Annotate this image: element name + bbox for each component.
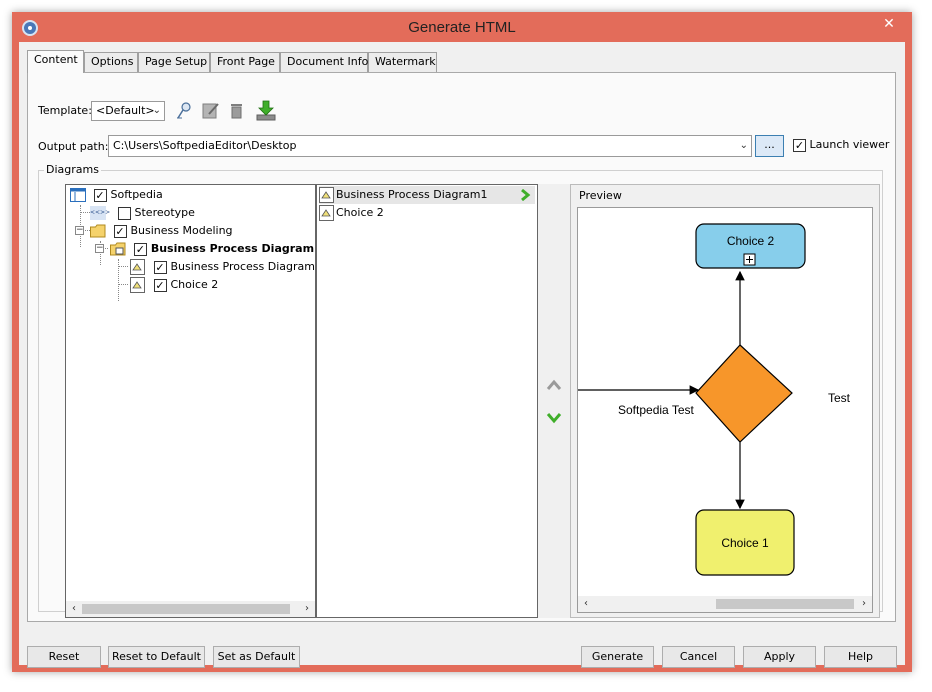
selected-diagrams-list[interactable]: Business Process Diagram1 Choice 2 [316, 184, 538, 618]
list-item-label: Choice 2 [336, 206, 384, 219]
reset-to-default-button[interactable]: Reset to Default [108, 646, 205, 668]
pin-template-icon[interactable] [174, 101, 194, 121]
preview-canvas[interactable]: Choice 2 Choice 1 Softpedia Test Test ‹ … [577, 207, 873, 613]
collapse-toggle[interactable]: − [75, 226, 84, 235]
launch-viewer-label: Launch viewer [809, 138, 890, 151]
list-item[interactable]: Choice 2 [319, 204, 535, 222]
chevron-down-icon: ⌄ [152, 105, 161, 116]
tab-content[interactable]: Content [27, 50, 84, 73]
move-up-icon[interactable] [546, 379, 562, 391]
tab-options[interactable]: Options [84, 52, 138, 72]
gateway-node[interactable] [695, 344, 793, 443]
diagram-folder-icon [110, 242, 126, 256]
delete-template-icon[interactable] [227, 101, 247, 121]
preview-hscrollbar[interactable]: ‹ › [578, 596, 872, 612]
output-path-value: C:\Users\SoftpediaEditor\Desktop [113, 139, 297, 152]
scroll-thumb[interactable] [716, 599, 854, 609]
tree-item-label: Business Process Diagram (2 [150, 242, 316, 255]
tree-item-business-modeling[interactable]: ✓ Business Modeling [90, 222, 233, 240]
tree-item-bpd1[interactable]: ✓ Business Process Diagram1 [130, 258, 316, 276]
edge-label-right: Test [828, 391, 851, 405]
output-path-combo[interactable]: C:\Users\SoftpediaEditor\Desktop ⌄ [108, 135, 752, 157]
title-bar[interactable]: Generate HTML ✕ [12, 12, 912, 42]
tree-checkbox[interactable]: ✓ [133, 242, 147, 256]
tree-item-label: Business Modeling [130, 224, 233, 237]
scroll-right-icon[interactable]: › [858, 596, 870, 612]
scroll-right-icon[interactable]: › [301, 601, 313, 617]
bpd-diagram-icon [319, 205, 334, 221]
tree-item-softpedia[interactable]: ✓ Softpedia [70, 186, 163, 204]
preview-label: Preview [579, 189, 622, 202]
tree-item-bpd-folder[interactable]: ✓ Business Process Diagram (2 [110, 240, 316, 258]
choice-1-label: Choice 1 [721, 536, 769, 550]
tree-item-label: Business Process Diagram1 [170, 260, 316, 273]
edge-label-left: Softpedia Test [618, 403, 694, 417]
diagrams-group-label: Diagrams [44, 163, 101, 176]
bpd-diagram-icon [130, 277, 145, 293]
edit-template-icon[interactable] [201, 101, 221, 121]
tree-item-stereotype[interactable]: <<>> Stereotype [90, 204, 195, 222]
project-icon [70, 188, 86, 202]
cancel-button[interactable]: Cancel [662, 646, 735, 668]
scroll-thumb[interactable] [82, 604, 290, 614]
download-template-icon[interactable] [254, 99, 278, 123]
tree-hscrollbar[interactable]: ‹ › [66, 601, 315, 617]
tab-page-setup[interactable]: Page Setup [138, 52, 210, 72]
output-path-label: Output path: [38, 140, 109, 153]
reset-button[interactable]: Reset [27, 646, 101, 668]
tree-checkbox[interactable] [117, 206, 131, 220]
browse-button[interactable]: ... [755, 135, 784, 157]
apply-button[interactable]: Apply [743, 646, 816, 668]
tab-front-page[interactable]: Front Page [210, 52, 280, 72]
tree-item-label: Stereotype [134, 206, 195, 219]
stereotype-icon: <<>> [90, 206, 110, 220]
preview-panel: Preview Choice 2 Choice 1 Softpedia Test… [570, 184, 880, 618]
tree-connector [80, 212, 90, 213]
dialog-window: Generate HTML ✕ Content Options Page Set… [12, 12, 912, 672]
tab-document-info[interactable]: Document Info [280, 52, 368, 72]
chevron-right-icon[interactable] [519, 189, 531, 201]
tree-checkbox[interactable]: ✓ [153, 278, 167, 292]
scroll-left-icon[interactable]: ‹ [68, 601, 80, 617]
folder-icon [90, 224, 106, 238]
launch-viewer-checkbox[interactable]: ✓ [793, 138, 806, 152]
tree-item-label: Choice 2 [170, 278, 219, 291]
bpd-diagram-icon [130, 259, 145, 275]
set-as-default-button[interactable]: Set as Default [213, 646, 300, 668]
tree-connector [118, 266, 128, 267]
dialog-client: Content Options Page Setup Front Page Do… [19, 42, 905, 668]
collapse-toggle[interactable]: − [95, 244, 104, 253]
reorder-controls [538, 184, 570, 618]
choice-2-label: Choice 2 [726, 234, 775, 248]
help-button[interactable]: Help [824, 646, 897, 668]
list-item[interactable]: Business Process Diagram1 [319, 186, 535, 204]
scroll-left-icon[interactable]: ‹ [580, 596, 592, 612]
tree-checkbox[interactable]: ✓ [153, 260, 167, 274]
tree-connector [118, 284, 128, 285]
bpd-diagram-icon [319, 187, 334, 203]
window-title: Generate HTML [408, 19, 516, 36]
list-item-label: Business Process Diagram1 [336, 188, 488, 201]
tab-watermark[interactable]: Watermark [368, 52, 437, 72]
template-combo[interactable]: <Default> ⌄ [91, 101, 165, 121]
tree-checkbox[interactable]: ✓ [113, 224, 127, 238]
tree-item-choice2[interactable]: ✓ Choice 2 [130, 276, 218, 294]
launch-viewer-option[interactable]: ✓ Launch viewer [793, 138, 889, 152]
move-down-icon[interactable] [546, 412, 562, 424]
tree-item-label: Softpedia [110, 188, 163, 201]
generate-button[interactable]: Generate [581, 646, 654, 668]
template-label: Template: [38, 104, 92, 117]
chevron-down-icon: ⌄ [739, 140, 748, 151]
tree-checkbox[interactable]: ✓ [93, 188, 107, 202]
close-button[interactable]: ✕ [874, 14, 904, 34]
diagram-tree[interactable]: − − ✓ Softpedia <<>> Stereotype ✓ Business… [65, 184, 316, 618]
template-value: <Default> [96, 104, 155, 117]
